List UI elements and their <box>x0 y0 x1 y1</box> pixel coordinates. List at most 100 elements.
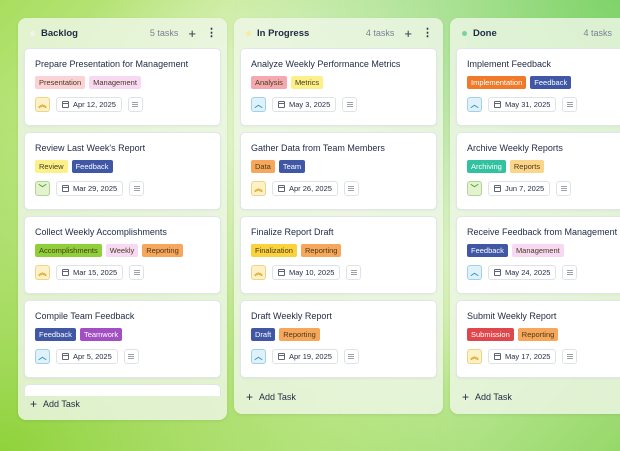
task-title: Receive Feedback from Management <box>467 227 618 237</box>
description-icon[interactable] <box>556 181 572 196</box>
tag-badge: Feedback <box>467 244 508 257</box>
tag-badge: Submission <box>467 328 514 341</box>
add-task-button[interactable]: + Add Task <box>462 391 512 403</box>
due-date-chip[interactable]: Mar 15, 2025 <box>56 265 124 280</box>
task-card[interactable]: Implement Feedback Implementation Feedback… <box>456 48 620 126</box>
tag-badge: Implementation <box>467 76 527 89</box>
task-meta: ︿ Apr 5, 2025 <box>35 349 210 364</box>
chevron-down-icon[interactable]: ﹀ <box>467 181 482 196</box>
due-date-chip[interactable]: Apr 19, 2025 <box>272 349 338 364</box>
description-icon[interactable] <box>346 265 362 280</box>
calendar-icon <box>494 101 501 108</box>
due-date-chip[interactable]: May 10, 2025 <box>272 265 341 280</box>
task-meta: ﹀ Mar 29, 2025 <box>35 181 210 196</box>
due-date-chip[interactable]: Jun 7, 2025 <box>488 181 551 196</box>
add-task-button[interactable]: + Add Task <box>30 398 80 410</box>
due-date-text: May 3, 2025 <box>289 100 331 109</box>
task-card[interactable]: Analyze Weekly Performance Metrics Analys… <box>240 48 437 126</box>
double-chevron-up-icon[interactable]: ︽ <box>35 265 50 280</box>
column-in-progress: In Progress 4 tasks + ⋮ Analyze Weekly P… <box>234 18 443 414</box>
task-card[interactable]: Compile Team Feedback Feedback Teamwork ︿ Ap… <box>24 300 221 378</box>
column-header: Backlog 5 tasks + ⋮ <box>18 18 227 48</box>
calendar-icon <box>494 269 501 276</box>
double-chevron-up-icon[interactable]: ︽ <box>467 349 482 364</box>
description-icon[interactable] <box>129 265 145 280</box>
calendar-icon <box>62 353 69 360</box>
task-card[interactable]: Prepare Presentation for Management Prese… <box>24 48 221 126</box>
due-date-chip[interactable]: May 3, 2025 <box>272 97 337 112</box>
task-title: Submit Weekly Report <box>467 311 557 321</box>
description-icon[interactable] <box>343 181 359 196</box>
description-icon[interactable] <box>343 349 359 364</box>
add-task-label: Add Task <box>43 399 80 409</box>
calendar-icon <box>278 269 285 276</box>
task-meta: ︽ May 17, 2025 <box>467 349 620 364</box>
task-card[interactable]: Gather Data from Team Members Data Team ︽ Ap… <box>240 132 437 210</box>
more-options-icon[interactable]: ⋮ <box>422 27 433 39</box>
tag-badge: Metrics <box>290 76 324 89</box>
task-card[interactable]: Archive Weekly Reports Archiving Reports ﹀ J… <box>456 132 620 210</box>
calendar-icon <box>62 185 69 192</box>
calendar-icon <box>494 353 501 360</box>
task-card[interactable]: Review Last Week's Report Review Feedback ﹀… <box>24 132 221 210</box>
column-header: In Progress 4 tasks + ⋮ <box>234 18 443 48</box>
chevron-up-icon[interactable]: ︿ <box>467 97 482 112</box>
more-options-icon[interactable]: ⋮ <box>206 27 217 39</box>
due-date-chip[interactable]: Mar 29, 2025 <box>56 181 124 196</box>
due-date-text: Apr 12, 2025 <box>73 100 116 109</box>
description-icon[interactable] <box>562 349 578 364</box>
double-chevron-up-icon[interactable]: ︽ <box>251 181 266 196</box>
due-date-chip[interactable]: May 24, 2025 <box>488 265 557 280</box>
calendar-icon <box>494 185 501 192</box>
due-date-chip[interactable]: Apr 5, 2025 <box>56 349 118 364</box>
task-card[interactable]: Collect Weekly Accomplishments Accomplish… <box>24 216 221 294</box>
description-icon[interactable] <box>123 349 139 364</box>
tag-badge: Feedback <box>530 76 572 89</box>
column-done: Done 4 tasks Implement Feedback Implement… <box>450 18 620 414</box>
tag-badge: Reporting <box>300 244 342 257</box>
description-icon[interactable] <box>562 97 578 112</box>
plus-icon: + <box>462 390 470 404</box>
description-icon[interactable] <box>129 181 145 196</box>
task-card[interactable]: Finalize Report Draft Finalization Reporti… <box>240 216 437 294</box>
description-icon[interactable] <box>562 265 578 280</box>
description-icon[interactable] <box>342 97 358 112</box>
task-meta: ︿ May 3, 2025 <box>251 97 426 112</box>
tag-badge: Data <box>251 160 275 173</box>
tag-list: Data Team <box>251 160 426 173</box>
double-chevron-up-icon[interactable]: ︽ <box>35 97 50 112</box>
tag-list: Presentation Management <box>35 76 210 89</box>
chevron-up-icon[interactable]: ︿ <box>35 349 50 364</box>
double-chevron-up-icon[interactable]: ︽ <box>251 265 266 280</box>
task-card[interactable]: Draft Weekly Report Draft Reporting ︿ Apr 19… <box>240 300 437 378</box>
calendar-icon <box>278 353 285 360</box>
tag-badge: Reporting <box>279 328 320 341</box>
add-task-button[interactable]: + Add Task <box>246 391 296 403</box>
due-date-text: May 24, 2025 <box>505 268 551 277</box>
task-card[interactable]: Submit Weekly Report Submission Reporting ︽… <box>456 300 620 378</box>
task-count: 4 tasks <box>583 28 612 38</box>
tag-badge: Reporting <box>517 328 559 341</box>
tag-badge: Teamwork <box>79 328 123 341</box>
due-date-chip[interactable]: May 31, 2025 <box>488 97 557 112</box>
chevron-down-icon[interactable]: ﹀ <box>35 181 50 196</box>
add-task-icon[interactable]: + <box>188 27 196 40</box>
task-count: 5 tasks <box>149 28 179 38</box>
calendar-icon <box>62 101 69 108</box>
task-meta: ︿ May 31, 2025 <box>467 97 620 112</box>
chevron-up-icon[interactable]: ︿ <box>251 97 266 112</box>
due-date-chip[interactable]: May 17, 2025 <box>488 349 557 364</box>
add-task-icon[interactable]: + <box>404 27 412 40</box>
calendar-icon <box>278 185 285 192</box>
chevron-up-icon[interactable]: ︿ <box>251 349 266 364</box>
due-date-text: Apr 5, 2025 <box>73 352 112 361</box>
tag-list: Review Feedback <box>35 160 210 173</box>
description-icon[interactable] <box>127 97 143 112</box>
chevron-up-icon[interactable]: ︿ <box>467 265 482 280</box>
tag-list: Feedback Teamwork <box>35 328 210 341</box>
task-card[interactable]: Receive Feedback from Management Feedback… <box>456 216 620 294</box>
task-card[interactable] <box>24 384 221 396</box>
tag-list: Archiving Reports <box>467 160 620 173</box>
due-date-chip[interactable]: Apr 26, 2025 <box>272 181 338 196</box>
due-date-chip[interactable]: Apr 12, 2025 <box>56 97 122 112</box>
